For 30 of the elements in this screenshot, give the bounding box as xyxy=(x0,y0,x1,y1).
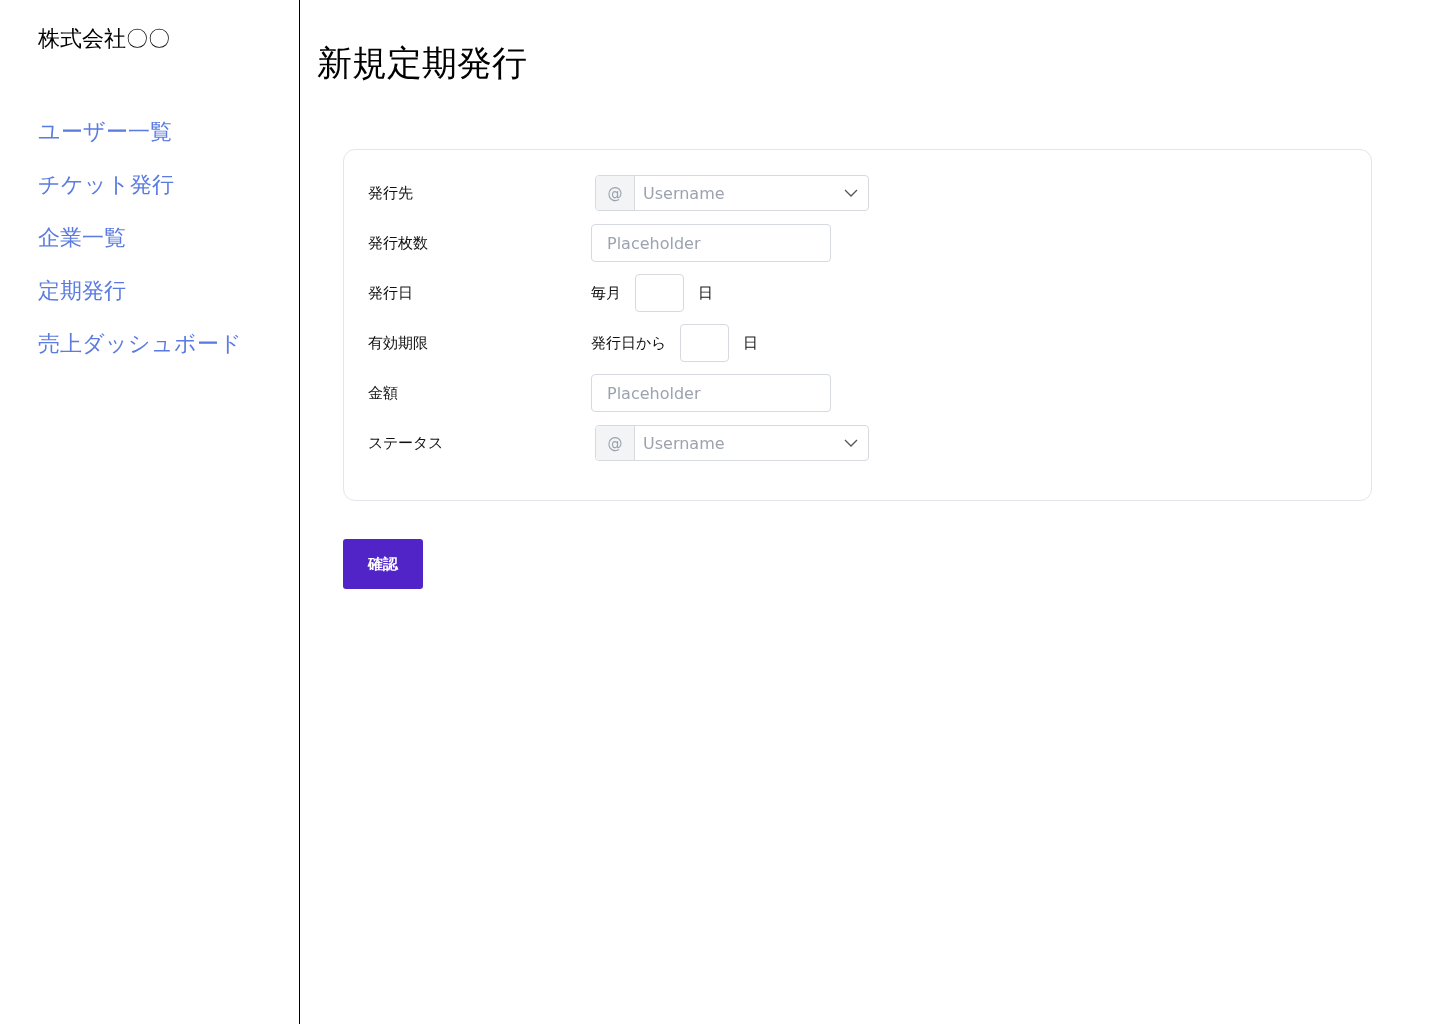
input-field[interactable]: Placeholder xyxy=(591,224,831,262)
sidebar-link[interactable]: 定期発行 xyxy=(38,273,126,309)
sidebar-link[interactable]: チケット発行 xyxy=(38,167,174,203)
at-prefix: @ xyxy=(596,176,635,210)
username-select[interactable]: @ Username xyxy=(595,425,869,461)
select-placeholder: Username xyxy=(643,183,725,203)
day-input[interactable] xyxy=(680,324,729,362)
field-suffix: 日 xyxy=(743,333,758,353)
chevron-down-icon xyxy=(844,439,858,447)
chevron-down-icon xyxy=(844,189,858,197)
field-label: 発行枚数 xyxy=(368,233,429,253)
field-prefix: 毎月 xyxy=(591,283,621,303)
select-placeholder: Username xyxy=(643,433,725,453)
input-field[interactable]: Placeholder xyxy=(591,374,831,412)
field-label: 発行先 xyxy=(368,183,414,203)
day-input[interactable] xyxy=(635,274,684,312)
page-title: 新規定期発行 xyxy=(317,42,527,85)
field-label: 発行日 xyxy=(368,283,414,303)
sidebar-link[interactable]: 売上ダッシュボード xyxy=(38,326,242,362)
sidebar-link[interactable]: 企業一覧 xyxy=(38,220,126,256)
at-prefix: @ xyxy=(596,426,635,460)
field-prefix: 発行日から xyxy=(591,333,666,353)
sidebar-link[interactable]: ユーザー一覧 xyxy=(38,114,172,150)
confirm-button[interactable]: 確認 xyxy=(343,539,423,589)
company-name: 株式会社〇〇 xyxy=(38,25,170,53)
field-label: 有効期限 xyxy=(368,333,429,353)
username-select[interactable]: @ Username xyxy=(595,175,869,211)
field-suffix: 日 xyxy=(698,283,713,303)
field-label: ステータス xyxy=(368,433,444,453)
field-label: 金額 xyxy=(368,383,399,403)
